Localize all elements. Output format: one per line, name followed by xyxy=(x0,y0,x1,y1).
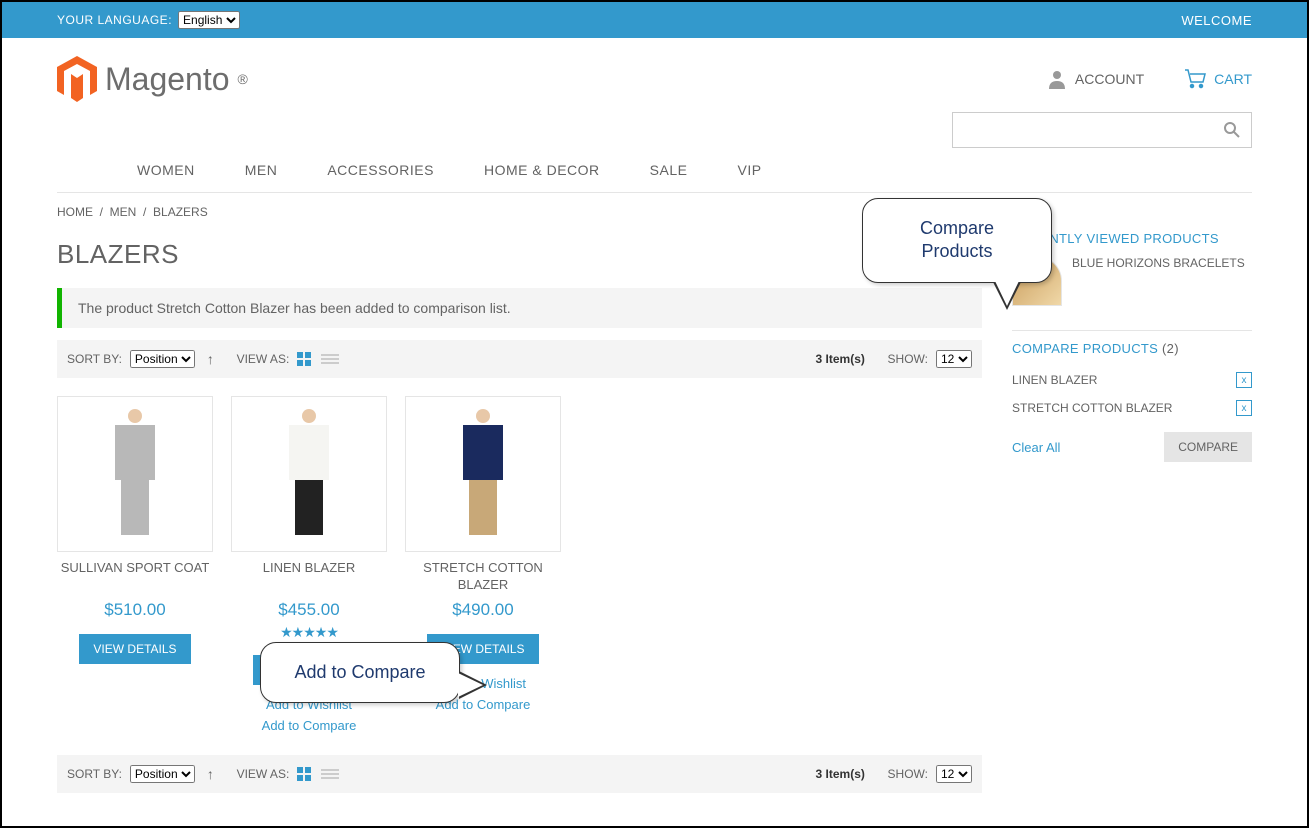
product-price: $455.00 xyxy=(231,600,387,620)
product-grid: SULLIVAN SPORT COAT $510.00 VIEW DETAILS LI… xyxy=(57,396,982,737)
show-select[interactable]: 12 xyxy=(936,765,972,783)
topbar: YOUR LANGUAGE: English WELCOME xyxy=(2,2,1307,38)
toolbar-bottom: SORT BY: Position ↑ VIEW AS: 3 Item(s) S… xyxy=(57,755,982,793)
grid-view-icon[interactable] xyxy=(297,352,313,366)
breadcrumb-home[interactable]: HOME xyxy=(57,205,93,219)
logo-text: Magento xyxy=(105,61,230,98)
show-select[interactable]: 12 xyxy=(936,350,972,368)
product-image[interactable] xyxy=(57,396,213,552)
cart-icon xyxy=(1184,69,1206,89)
product-name[interactable]: SULLIVAN SPORT COAT xyxy=(57,560,213,594)
compare-item: STRETCH COTTON BLAZER x xyxy=(1012,394,1252,422)
compare-item-name[interactable]: STRETCH COTTON BLAZER xyxy=(1012,401,1172,415)
list-view-icon[interactable] xyxy=(321,354,339,364)
magento-icon xyxy=(57,56,97,102)
cart-link[interactable]: CART xyxy=(1184,69,1252,89)
search-box xyxy=(952,112,1252,148)
product-price: $490.00 xyxy=(405,600,561,620)
callout-compare-products: Compare Products xyxy=(862,198,1052,283)
product-image[interactable] xyxy=(405,396,561,552)
product-name[interactable]: LINEN BLAZER xyxy=(231,560,387,594)
nav-home-decor[interactable]: HOME & DECOR xyxy=(484,162,600,178)
product-card: SULLIVAN SPORT COAT $510.00 VIEW DETAILS xyxy=(57,396,213,737)
product-image[interactable] xyxy=(231,396,387,552)
logo[interactable]: Magento® xyxy=(57,56,248,102)
rating-stars: ★★★★★ xyxy=(231,624,387,641)
show-label: SHOW: xyxy=(888,352,928,366)
item-count: 3 Item(s) xyxy=(816,352,865,366)
breadcrumbs: HOME / MEN / BLAZERS xyxy=(2,193,1307,231)
page-title: BLAZERS xyxy=(57,239,982,270)
breadcrumb-current: BLAZERS xyxy=(153,205,208,219)
nav-women[interactable]: WOMEN xyxy=(137,162,195,178)
compare-block: COMPARE PRODUCTS (2) LINEN BLAZER x STRE… xyxy=(1012,330,1252,462)
item-count: 3 Item(s) xyxy=(816,767,865,781)
nav-vip[interactable]: VIP xyxy=(737,162,761,178)
search-icon[interactable] xyxy=(1223,121,1241,139)
sortby-select[interactable]: Position xyxy=(130,350,195,368)
language-select[interactable]: English xyxy=(178,11,240,29)
header: Magento® ACCOUNT CART xyxy=(2,38,1307,102)
clear-all-link[interactable]: Clear All xyxy=(1012,440,1060,455)
account-link[interactable]: ACCOUNT xyxy=(1047,69,1144,89)
search-input[interactable] xyxy=(963,123,1223,138)
compare-title: COMPARE PRODUCTS (2) xyxy=(1012,341,1252,356)
recently-viewed-name: BLUE HORIZONS BRACELETS xyxy=(1072,256,1245,272)
toolbar-top: SORT BY: Position ↑ VIEW AS: 3 Item(s) S… xyxy=(57,340,982,378)
list-view-icon[interactable] xyxy=(321,769,339,779)
main-nav: WOMEN MEN ACCESSORIES HOME & DECOR SALE … xyxy=(57,148,1252,193)
breadcrumb-men[interactable]: MEN xyxy=(110,205,137,219)
sortby-label: SORT BY: xyxy=(67,352,122,366)
nav-accessories[interactable]: ACCESSORIES xyxy=(327,162,434,178)
viewas-label: VIEW AS: xyxy=(237,767,290,781)
grid-view-icon[interactable] xyxy=(297,767,313,781)
compare-item: LINEN BLAZER x xyxy=(1012,366,1252,394)
success-message: The product Stretch Cotton Blazer has be… xyxy=(57,288,982,328)
show-label: SHOW: xyxy=(888,767,928,781)
language-label: YOUR LANGUAGE: xyxy=(57,13,172,27)
remove-compare-icon[interactable]: x xyxy=(1236,372,1252,388)
sortby-select[interactable]: Position xyxy=(130,765,195,783)
add-to-compare-link[interactable]: Add to Compare xyxy=(231,716,387,737)
callout-add-to-compare: Add to Compare xyxy=(260,642,460,703)
product-name[interactable]: STRETCH COTTON BLAZER xyxy=(405,560,561,594)
sort-direction-icon[interactable]: ↑ xyxy=(207,766,214,782)
compare-item-name[interactable]: LINEN BLAZER xyxy=(1012,373,1097,387)
nav-men[interactable]: MEN xyxy=(245,162,278,178)
nav-sale[interactable]: SALE xyxy=(650,162,688,178)
view-details-button[interactable]: VIEW DETAILS xyxy=(79,634,190,664)
compare-button[interactable]: COMPARE xyxy=(1164,432,1252,462)
viewas-label: VIEW AS: xyxy=(237,352,290,366)
person-icon xyxy=(1047,69,1067,89)
sortby-label: SORT BY: xyxy=(67,767,122,781)
remove-compare-icon[interactable]: x xyxy=(1236,400,1252,416)
welcome-text: WELCOME xyxy=(1181,13,1252,28)
sort-direction-icon[interactable]: ↑ xyxy=(207,351,214,367)
product-price: $510.00 xyxy=(57,600,213,620)
